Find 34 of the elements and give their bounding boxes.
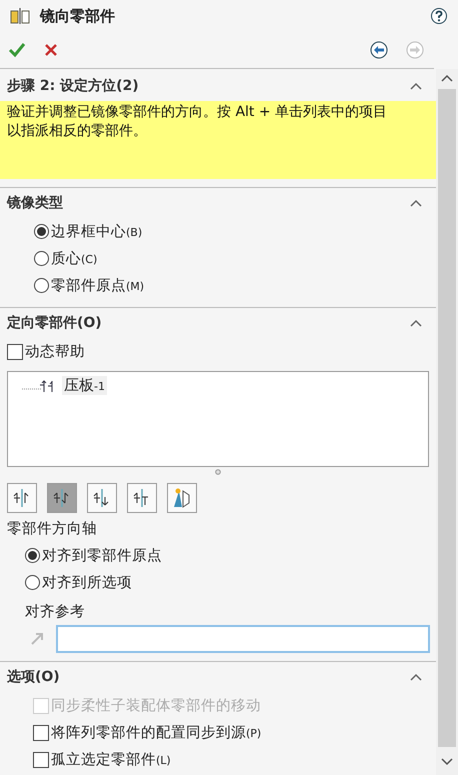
collapse-icon[interactable] xyxy=(410,319,422,327)
radio-option[interactable]: 零部件原点(M) xyxy=(0,272,436,299)
radio-option[interactable]: 边界框中心(B) xyxy=(0,218,436,245)
mirror-feature-icon xyxy=(10,7,30,25)
section-title: 步骤 2: 设定方位(2) xyxy=(7,77,139,95)
instruction-message: 验证并调整已镜像零部件的方向。按 Alt + 单击列表中的项目以指派相反的零部件。 xyxy=(0,101,436,179)
radio-option[interactable]: 质心(C) xyxy=(0,245,436,272)
reference-field[interactable] xyxy=(56,625,430,653)
collapse-icon[interactable] xyxy=(410,673,422,681)
radio-option[interactable]: 对齐到零部件原点 xyxy=(0,542,436,569)
list-item[interactable]: 压板-1 xyxy=(22,376,428,395)
panel-title: 镜向零部件 xyxy=(40,6,116,26)
ok-icon[interactable] xyxy=(8,42,26,58)
close-icon[interactable] xyxy=(44,43,58,57)
reference-label: 对齐参考 xyxy=(24,602,86,622)
checkbox-option[interactable]: 将阵列零部件的配置同步到源(P) xyxy=(0,719,436,746)
radio-option[interactable]: 对齐到所选项 xyxy=(0,569,436,596)
checkbox-option[interactable]: 动态帮助 xyxy=(0,338,436,365)
orientation-button[interactable] xyxy=(47,483,77,513)
section-title: 选项(O) xyxy=(7,668,60,686)
back-icon[interactable] xyxy=(370,41,388,59)
checkbox-option[interactable]: 孤立选定零部件(L) xyxy=(0,746,436,773)
resize-handle-icon[interactable] xyxy=(215,469,221,475)
section-title: 定向零部件(O) xyxy=(7,314,102,332)
help-icon[interactable] xyxy=(430,7,448,25)
section-title: 镜像类型 xyxy=(7,194,63,212)
axis-label: 零部件方向轴 xyxy=(6,520,98,539)
orientation-button[interactable] xyxy=(127,483,157,513)
orientation-button[interactable] xyxy=(7,483,37,513)
orientation-button[interactable] xyxy=(87,483,117,513)
collapse-icon[interactable] xyxy=(410,199,422,207)
collapse-icon[interactable] xyxy=(410,82,422,90)
orientation-button[interactable] xyxy=(167,483,197,513)
scrollbar-thumb[interactable] xyxy=(438,89,456,747)
